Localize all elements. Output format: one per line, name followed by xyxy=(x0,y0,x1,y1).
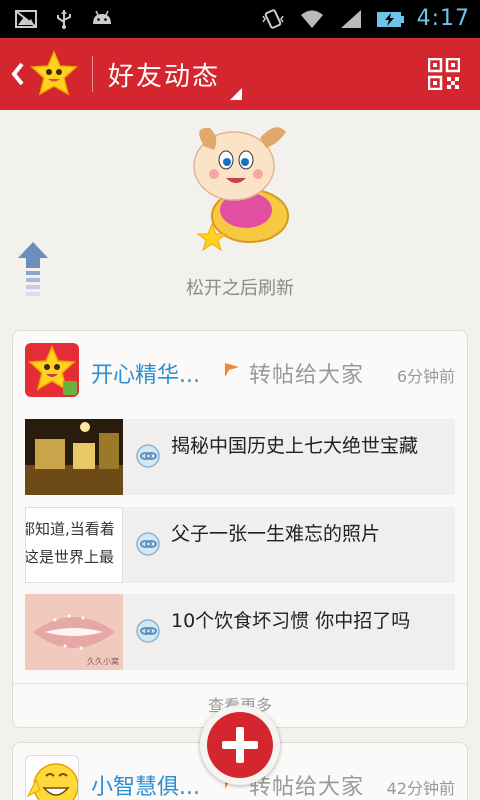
list-item[interactable]: 都知道,当看着 这是世界上最 父子一张一生难忘的照片 xyxy=(25,507,455,583)
refresh-hint: 松开之后刷新 xyxy=(186,278,294,299)
card-header[interactable]: 开心精华... 转帖给大家 6分钟前 xyxy=(25,343,455,399)
timestamp: 42分钟前 xyxy=(386,779,455,798)
battery-charging-icon xyxy=(376,11,404,27)
article-thumbnail: 都知道,当看着 这是世界上最 xyxy=(25,507,123,583)
share-badge-icon xyxy=(63,381,77,395)
wifi-icon xyxy=(300,10,323,28)
title-divider xyxy=(92,56,93,92)
thumb-text: 这是世界上最 xyxy=(25,548,115,566)
article-title: 10个饮食坏习惯 你中招了吗 xyxy=(171,610,411,632)
android-icon xyxy=(93,10,111,24)
avatar[interactable] xyxy=(25,343,79,397)
star-mascot-icon[interactable] xyxy=(30,50,78,98)
list-item[interactable]: 揭秘中国历史上七大绝世宝藏 xyxy=(25,419,455,495)
back-chevron-icon[interactable] xyxy=(8,58,26,90)
sheep-mascot-icon xyxy=(193,127,289,252)
link-icon xyxy=(136,532,160,556)
group-name[interactable]: 开心精华... xyxy=(91,357,200,389)
article-thumbnail xyxy=(25,419,123,495)
timestamp: 6分钟前 xyxy=(396,367,455,386)
page-title[interactable]: 好友动态 xyxy=(108,56,220,93)
list-item[interactable]: 久久小窝 10个饮食坏习惯 你中招了吗 xyxy=(25,594,455,670)
repost-label: 转帖给大家 xyxy=(249,363,365,388)
add-post-button[interactable] xyxy=(207,712,273,778)
signal-icon xyxy=(340,9,361,28)
plus-icon xyxy=(222,727,258,763)
status-bar: 4:17 xyxy=(0,0,480,38)
group-name[interactable]: 小智慧俱... xyxy=(91,769,200,800)
qr-code-icon[interactable] xyxy=(428,58,460,90)
smiley-avatar-icon xyxy=(26,763,78,800)
link-icon xyxy=(136,619,160,643)
screenshot-icon xyxy=(15,10,37,28)
thumb-caption: 久久小窝 xyxy=(87,657,119,666)
article-thumbnail: 久久小窝 xyxy=(25,594,123,670)
feed-card: 开心精华... 转帖给大家 6分钟前 揭秘中国历史上七大绝世宝藏 都知道,当看着… xyxy=(12,330,468,728)
article-title: 揭秘中国历史上七大绝世宝藏 xyxy=(171,435,419,457)
title-bar: 好友动态 xyxy=(0,38,480,110)
dropdown-triangle-icon[interactable] xyxy=(230,88,242,100)
vibrate-icon xyxy=(261,8,284,29)
clock: 4:17 xyxy=(416,6,470,31)
article-title: 父子一张一生难忘的照片 xyxy=(171,523,381,545)
repost-flag-icon xyxy=(225,363,239,377)
usb-icon xyxy=(57,10,71,29)
thumb-text: 都知道,当看着 xyxy=(25,520,115,538)
link-icon xyxy=(136,444,160,468)
avatar[interactable] xyxy=(25,755,79,800)
